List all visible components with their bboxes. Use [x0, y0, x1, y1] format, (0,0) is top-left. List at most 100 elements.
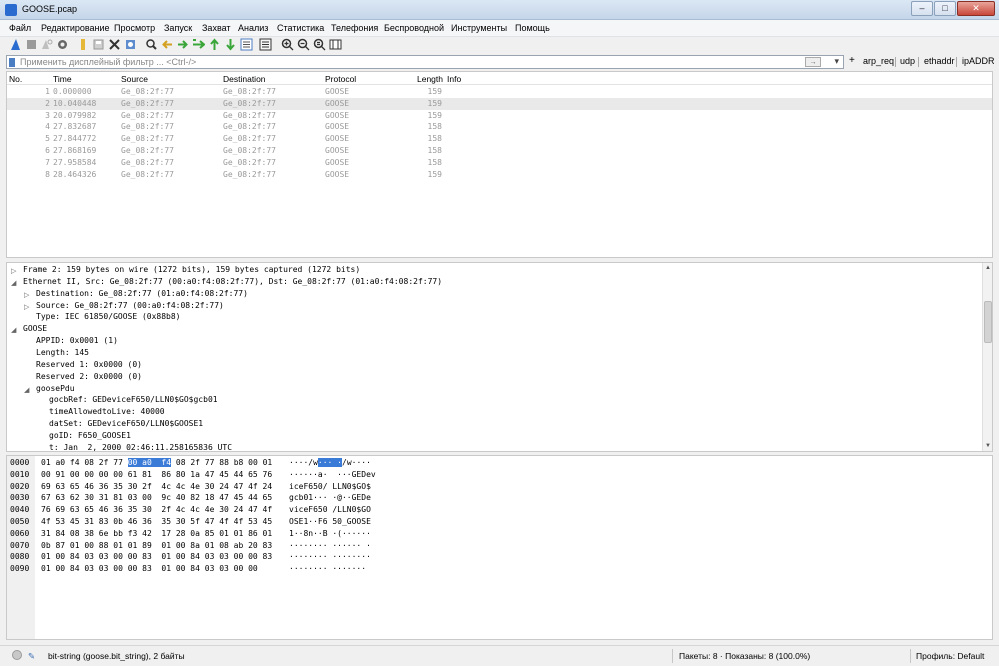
ascii-bytes[interactable]: ········ ······ ·	[289, 541, 371, 552]
hex-bytes[interactable]: 67 63 62 30 31 81 03 00 9c 40 82 18 47 4…	[41, 493, 277, 504]
first-packet-icon[interactable]	[208, 38, 221, 51]
ascii-bytes[interactable]: iceF650/ LLN0$GO$	[289, 482, 371, 493]
expand-arrow-icon[interactable]: ▷	[11, 267, 16, 275]
find-icon[interactable]	[145, 38, 158, 51]
hex-bytes[interactable]: 00 91 00 00 00 00 61 81 86 80 1a 47 45 4…	[41, 470, 277, 481]
detail-tree-item[interactable]: goosePdu	[36, 384, 75, 396]
maximize-button[interactable]: □	[934, 1, 956, 16]
hex-bytes[interactable]: 01 00 84 03 03 00 00 83 01 00 84 03 03 0…	[41, 564, 263, 575]
table-row[interactable]: 2 10.040448 Ge_08:2f:77 Ge_08:2f:77 GOOSE 159	[7, 97, 992, 110]
menu-wireless[interactable]: Беспроводной	[384, 23, 444, 33]
ascii-bytes[interactable]: ····/w··· ·/w····	[289, 458, 371, 469]
filter-button-udp[interactable]: udp	[900, 56, 915, 66]
packet-list-pane[interactable]: No. Time Source Destination Protocol Len…	[6, 71, 993, 258]
detail-tree-item[interactable]: datSet: GEDeviceF650/LLN0$GOOSE1	[49, 419, 203, 431]
table-row[interactable]: 3 20.079982 Ge_08:2f:77 Ge_08:2f:77 GOOSE 159	[7, 110, 992, 122]
table-row[interactable]: 1 0.000000 Ge_08:2f:77 Ge_08:2f:77 GOOSE 159	[7, 86, 992, 98]
detail-tree-item[interactable]: Length: 145	[36, 348, 89, 360]
ascii-bytes[interactable]: ········ ········	[289, 552, 371, 563]
expand-arrow-icon[interactable]: ▷	[24, 291, 29, 299]
column-header-protocol[interactable]: Protocol	[325, 74, 356, 84]
menu-capture[interactable]: Захват	[202, 23, 231, 33]
table-row[interactable]: 5 27.844772 Ge_08:2f:77 Ge_08:2f:77 GOOSE 158	[7, 133, 992, 145]
filter-button-arp-req[interactable]: arp_req	[863, 56, 894, 66]
menu-telephony[interactable]: Телефония	[331, 23, 378, 33]
hex-bytes[interactable]: 31 84 08 38 6e bb f3 42 17 28 0a 85 01 0…	[41, 529, 277, 540]
scrollbar-thumb[interactable]	[984, 301, 992, 343]
close-button[interactable]: ✕	[957, 1, 995, 16]
reload-icon[interactable]	[124, 38, 137, 51]
stop-icon[interactable]	[25, 38, 38, 51]
column-header-destination[interactable]: Destination	[223, 74, 266, 84]
edit-comment-icon[interactable]: ✎	[28, 651, 35, 662]
filter-history-dropdown-icon[interactable]: ▾	[834, 56, 839, 67]
packet-details-pane[interactable]: ▷ Frame 2: 159 bytes on wire (1272 bits),…	[6, 262, 993, 452]
table-row[interactable]: 6 27.868169 Ge_08:2f:77 Ge_08:2f:77 GOOSE 158	[7, 145, 992, 157]
filter-button-ipaddr[interactable]: ipADDR	[962, 56, 995, 66]
back-arrow-icon[interactable]	[161, 38, 174, 51]
open-folder-icon[interactable]	[77, 38, 90, 51]
menu-statistics[interactable]: Статистика	[277, 23, 324, 33]
detail-tree-item[interactable]: gocbRef: GEDeviceF650/LLN0$GO$gcb01	[49, 395, 218, 407]
column-header-source[interactable]: Source	[121, 74, 148, 84]
menu-help[interactable]: Помощь	[515, 23, 550, 33]
scroll-down-icon[interactable]: ▼	[984, 442, 992, 450]
menu-go[interactable]: Запуск	[164, 23, 192, 33]
minimize-button[interactable]: –	[911, 1, 933, 16]
filter-button-ethaddr[interactable]: ethaddr	[924, 56, 955, 66]
expert-info-icon[interactable]	[12, 650, 22, 660]
zoom-normal-icon[interactable]	[313, 38, 326, 51]
colorize-icon[interactable]	[259, 38, 272, 51]
detail-tree-item[interactable]: timeAllowedtoLive: 40000	[49, 407, 165, 419]
ascii-bytes[interactable]: OSE1··F6 50_GOOSE	[289, 517, 371, 528]
ascii-bytes[interactable]: ········ ·······	[289, 564, 366, 575]
scroll-up-icon[interactable]: ▲	[984, 264, 992, 272]
details-scrollbar[interactable]: ▲ ▼	[982, 263, 992, 451]
collapse-arrow-icon[interactable]: ◢	[11, 279, 16, 287]
hex-bytes[interactable]: 01 00 84 03 03 00 00 83 01 00 84 03 03 0…	[41, 552, 277, 563]
detail-tree-item[interactable]: Frame 2: 159 bytes on wire (1272 bits), …	[23, 265, 360, 277]
bookmark-icon[interactable]	[9, 58, 15, 67]
packet-bytes-pane[interactable]: 0000 01 a0 f4 08 2f 77 00 a0 f4 08 2f 77 …	[6, 455, 993, 640]
detail-tree-item[interactable]: Type: IEC 61850/GOOSE (0x88b8)	[36, 312, 181, 324]
menu-file[interactable]: Файл	[9, 23, 31, 33]
ascii-bytes[interactable]: ······a· ···GEDev	[289, 470, 376, 481]
filter-arrow-button[interactable]: →	[805, 57, 821, 67]
ascii-bytes[interactable]: gcb01··· ·@··GEDe	[289, 493, 371, 504]
shark-fin-start-icon[interactable]	[9, 38, 22, 51]
menu-analyze[interactable]: Анализ	[238, 23, 268, 33]
hex-bytes[interactable]: 4f 53 45 31 83 0b 46 36 35 30 5f 47 4f 4…	[41, 517, 277, 528]
close-file-icon[interactable]	[108, 38, 121, 51]
expand-arrow-icon[interactable]: ▷	[24, 303, 29, 311]
go-to-packet-icon[interactable]	[192, 38, 205, 51]
detail-tree-item[interactable]: Ethernet II, Src: Ge_08:2f:77 (00:a0:f4:…	[23, 277, 442, 289]
detail-tree-item[interactable]: GOOSE	[23, 324, 47, 336]
options-gear-icon[interactable]	[56, 38, 69, 51]
resize-columns-icon[interactable]	[329, 38, 342, 51]
menu-tools[interactable]: Инструменты	[451, 23, 507, 33]
table-row[interactable]: 7 27.958584 Ge_08:2f:77 Ge_08:2f:77 GOOSE 158	[7, 157, 992, 169]
collapse-arrow-icon[interactable]: ◢	[24, 386, 29, 394]
hex-bytes[interactable]: 76 69 63 65 46 36 35 30 2f 4c 4c 4e 30 2…	[41, 505, 277, 516]
save-icon[interactable]	[92, 38, 105, 51]
display-filter-input[interactable]: Применить дисплейный фильтр ... <Ctrl-/>…	[6, 55, 844, 69]
forward-arrow-icon[interactable]	[176, 38, 189, 51]
restart-icon[interactable]	[40, 38, 53, 51]
table-row[interactable]: 8 28.464326 Ge_08:2f:77 Ge_08:2f:77 GOOSE 159	[7, 169, 992, 181]
detail-tree-item[interactable]: Reserved 2: 0x0000 (0)	[36, 372, 142, 384]
detail-tree-item[interactable]: APPID: 0x0001 (1)	[36, 336, 118, 348]
status-profile[interactable]: Профиль: Default	[916, 651, 984, 661]
table-row[interactable]: 4 27.832687 Ge_08:2f:77 Ge_08:2f:77 GOOSE 158	[7, 121, 992, 133]
column-header-info[interactable]: Info	[447, 74, 461, 84]
collapse-arrow-icon[interactable]: ◢	[11, 326, 16, 334]
detail-tree-item[interactable]: t: Jan 2, 2000 02:46:11.258165836 UTC	[49, 443, 232, 451]
menu-edit[interactable]: Редактирование	[41, 23, 110, 33]
menu-view[interactable]: Просмотр	[114, 23, 155, 33]
detail-tree-item[interactable]: goID: F650_GOOSE1	[49, 431, 131, 443]
detail-tree-item[interactable]: Source: Ge_08:2f:77 (00:a0:f4:08:2f:77)	[36, 301, 224, 313]
ascii-bytes[interactable]: 1··8n··B ·(······	[289, 529, 371, 540]
column-header-length[interactable]: Length	[417, 74, 443, 84]
zoom-in-icon[interactable]	[281, 38, 294, 51]
detail-tree-item[interactable]: Reserved 1: 0x0000 (0)	[36, 360, 142, 372]
hex-bytes[interactable]: 01 a0 f4 08 2f 77 00 a0 f4 08 2f 77 88 b…	[41, 458, 272, 469]
